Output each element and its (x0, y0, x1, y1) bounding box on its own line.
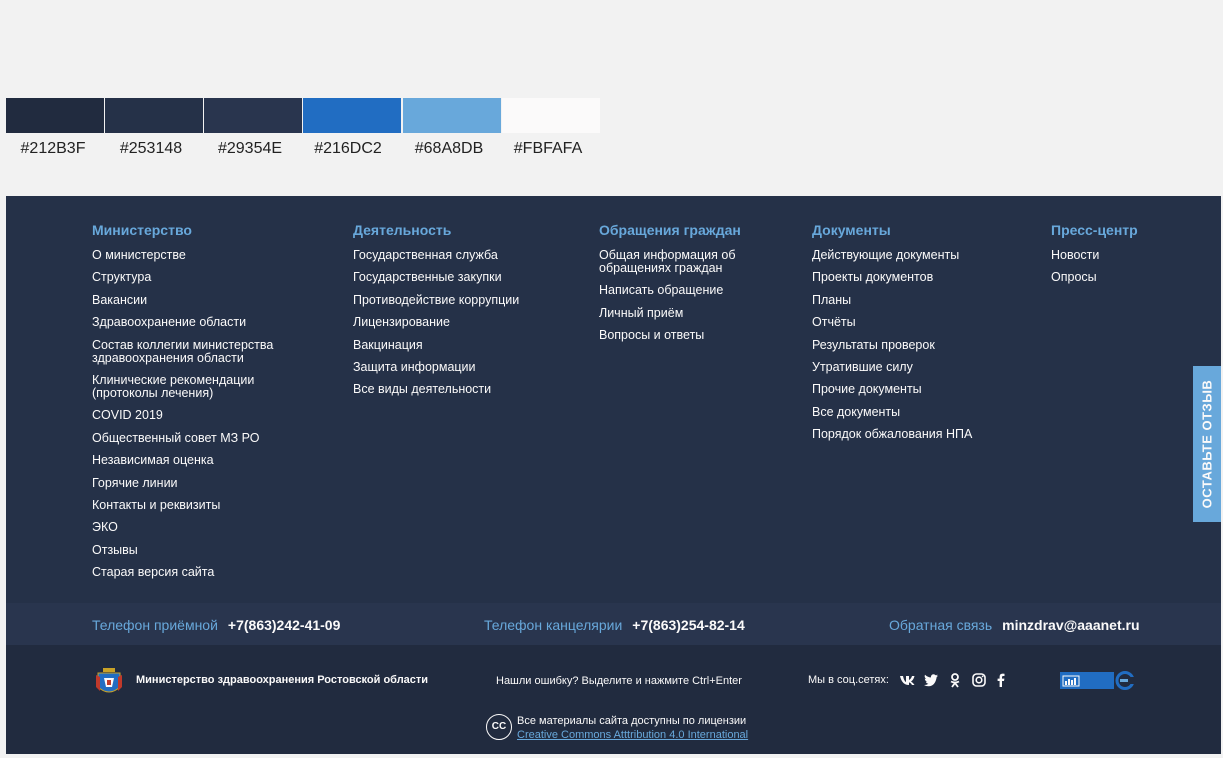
column-title: Деятельность (353, 222, 452, 238)
swatch-label: #68A8DB (414, 140, 484, 157)
swatch-6 (502, 98, 600, 133)
site-footer: Министерство О министерстве Структура Ва… (6, 196, 1221, 754)
visitor-counter-badge[interactable] (1082, 672, 1114, 689)
footer-link[interactable]: Общая информация об обращениях граждан (599, 249, 769, 275)
office-label: Телефон канцелярии (484, 617, 623, 633)
counter-logo-icon[interactable] (1114, 670, 1136, 691)
footer-link[interactable]: Клинические рекомендации (протоколы лече… (92, 373, 302, 400)
footer-link[interactable]: Защита информации (353, 360, 563, 374)
swatch-label: #216DC2 (314, 140, 382, 157)
footer-link[interactable]: Отзывы (92, 543, 302, 557)
swatch-4 (303, 98, 401, 133)
footer-link[interactable]: Порядок обжалования НПА (812, 428, 1012, 441)
swatch-5 (403, 98, 501, 133)
column-title: Министерство (92, 222, 192, 238)
coat-of-arms-icon[interactable] (94, 665, 124, 698)
footer-link[interactable]: Состав коллегии министерства здравоохран… (92, 338, 302, 365)
odnoklassniki-icon[interactable] (947, 672, 963, 688)
footer-link[interactable]: Отчёты (812, 316, 1012, 329)
column-title: Пресс-центр (1051, 222, 1138, 238)
swatch-2 (105, 98, 203, 133)
error-report-hint: Нашли ошибку? Выделите и нажмите Ctrl+En… (496, 675, 742, 687)
footer-link[interactable]: Лицензирование (353, 316, 563, 329)
footer-link[interactable]: Независимая оценка (92, 454, 302, 467)
footer-link[interactable]: Действующие документы (812, 249, 1012, 262)
footer-link[interactable]: Вопросы и ответы (599, 329, 769, 342)
footer-link[interactable]: COVID 2019 (92, 409, 302, 422)
footer-link[interactable]: Написать обращение (599, 284, 769, 297)
footer-link[interactable]: О министерстве (92, 249, 302, 262)
instagram-icon[interactable] (971, 672, 987, 688)
footer-link[interactable]: Новости (1051, 249, 1171, 262)
bar-chart-icon (1062, 675, 1080, 687)
footer-link[interactable]: Контакты и реквизиты (92, 498, 302, 512)
footer-link[interactable]: Государственные закупки (353, 271, 563, 284)
footer-column-ministry: Министерство О министерстве Структура Ва… (92, 222, 302, 588)
footer-link[interactable]: Старая версия сайта (92, 566, 302, 579)
footer-link[interactable]: Общественный совет МЗ РО (92, 431, 302, 445)
feedback-tab-button[interactable]: ОСТАВЬТЕ ОТЗЫВ (1193, 366, 1221, 522)
vk-icon[interactable] (899, 672, 915, 688)
reception-contact: Телефон приёмной +7(863)242-41-09 (92, 617, 340, 633)
footer-bottom: Министерство здравоохранения Ростовской … (6, 645, 1221, 754)
footer-link[interactable]: Личный приём (599, 306, 769, 320)
visitor-counter-icon[interactable] (1060, 672, 1082, 689)
footer-link[interactable]: Результаты проверок (812, 338, 1012, 352)
facebook-icon[interactable] (993, 672, 1009, 688)
reception-label: Телефон приёмной (92, 617, 218, 633)
swatch-1 (6, 98, 104, 133)
organization-name: Министерство здравоохранения Ростовской … (136, 674, 429, 686)
office-phone[interactable]: +7(863)254-82-14 (632, 617, 744, 633)
footer-link[interactable]: Планы (812, 293, 1012, 307)
swatch-3 (204, 98, 302, 133)
swatch-label: #253148 (119, 140, 183, 157)
footer-link[interactable]: Противодействие коррупции (353, 293, 563, 307)
footer-column-appeals: Обращения граждан Общая информация об об… (599, 222, 769, 352)
footer-link[interactable]: Утратившие силу (812, 360, 1012, 374)
footer-link[interactable]: Вакансии (92, 293, 302, 307)
feedback-contact: Обратная связь minzdrav@aaanet.ru (889, 617, 1140, 633)
social-label: Мы в соц.сетях: (808, 674, 889, 686)
swatch-label: #212B3F (20, 140, 86, 157)
swatch-label: #29354E (217, 140, 283, 157)
footer-link[interactable]: Горячие линии (92, 476, 302, 490)
contacts-bar: Телефон приёмной +7(863)242-41-09 Телефон… (6, 603, 1221, 645)
footer-link[interactable]: Государственная служба (353, 249, 563, 262)
footer-link[interactable]: Здравоохранение области (92, 316, 302, 329)
footer-link[interactable]: ЭКО (92, 521, 302, 534)
office-contact: Телефон канцелярии +7(863)254-82-14 (484, 617, 745, 633)
footer-column-documents: Документы Действующие документы Проекты … (812, 222, 1012, 451)
footer-link[interactable]: Все виды деятельности (353, 383, 563, 396)
feedback-tab-label: ОСТАВЬТЕ ОТЗЫВ (1199, 379, 1215, 509)
footer-link[interactable]: Прочие документы (812, 383, 1012, 396)
creative-commons-icon: CC (486, 714, 512, 740)
footer-link[interactable]: Проекты документов (812, 271, 1012, 284)
column-title: Обращения граждан (599, 222, 741, 238)
footer-link[interactable]: Все документы (812, 405, 1012, 419)
feedback-email[interactable]: minzdrav@aaanet.ru (1002, 617, 1139, 633)
license-info: Все материалы сайта доступны по лицензии… (517, 714, 748, 742)
footer-link[interactable]: Вакцинация (353, 338, 563, 352)
footer-column-press: Пресс-центр Новости Опросы (1051, 222, 1171, 294)
feedback-label: Обратная связь (889, 617, 993, 633)
twitter-icon[interactable] (923, 672, 939, 688)
swatch-label: #FBFAFA (513, 140, 583, 157)
license-link[interactable]: Creative Commons Atttribution 4.0 Intern… (517, 729, 748, 741)
license-text: Все материалы сайта доступны по лицензии (517, 715, 747, 727)
footer-link[interactable]: Структура (92, 271, 302, 284)
footer-column-activity: Деятельность Государственная служба Госу… (353, 222, 563, 406)
reception-phone[interactable]: +7(863)242-41-09 (228, 617, 340, 633)
footer-link[interactable]: Опросы (1051, 271, 1171, 284)
column-title: Документы (812, 222, 891, 238)
